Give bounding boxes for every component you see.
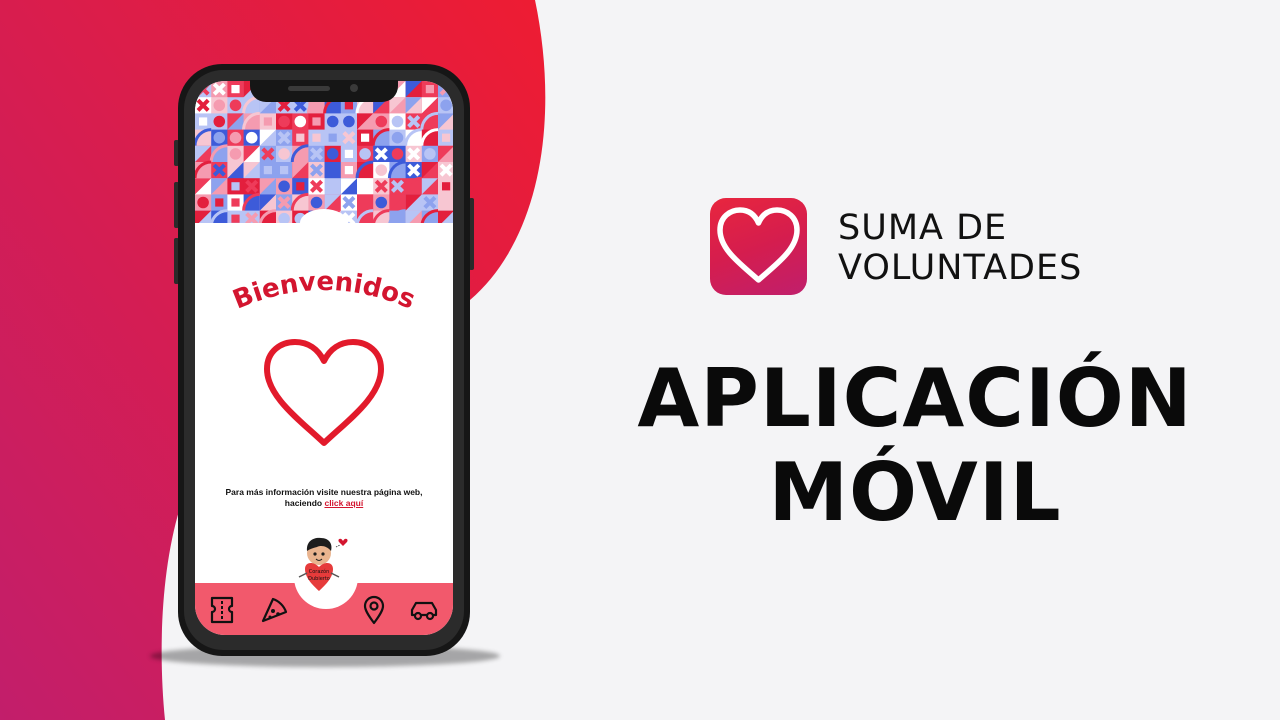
pattern-shape bbox=[440, 99, 452, 112]
click-here-link[interactable]: click aquí bbox=[324, 498, 363, 508]
pattern-shape bbox=[326, 148, 339, 160]
phone-screen: Bienvenidos Para más información visite … bbox=[195, 81, 453, 635]
geometric-pattern-header bbox=[195, 81, 453, 223]
pattern-shape bbox=[231, 182, 240, 191]
phone-notch bbox=[250, 80, 398, 102]
pattern-shape bbox=[213, 131, 226, 144]
pattern-shape bbox=[343, 115, 355, 128]
headline-line-2: MÓVIL bbox=[768, 446, 1062, 539]
welcome-title: Bienvenidos bbox=[229, 269, 420, 316]
pattern-shape bbox=[391, 131, 404, 144]
pattern-shape bbox=[213, 99, 226, 112]
page-headline: APLICACIÓN MÓVIL bbox=[590, 352, 1240, 540]
welcome-text: Bienvenidos bbox=[229, 269, 420, 316]
pattern-shape bbox=[442, 182, 451, 191]
pattern-shape bbox=[425, 85, 434, 94]
pattern-shape bbox=[391, 148, 404, 160]
pattern-shape bbox=[296, 133, 305, 142]
mascot-illustration: Corazón Dubierto bbox=[294, 537, 358, 609]
heart-icon bbox=[264, 339, 384, 446]
pattern-shape bbox=[344, 166, 353, 175]
pattern-shape bbox=[375, 164, 388, 176]
heart-icon bbox=[717, 207, 800, 283]
pattern-shape bbox=[326, 180, 339, 193]
camera bbox=[350, 84, 358, 92]
pattern-shape bbox=[263, 117, 272, 126]
mascot-badge-line2: Dubierto bbox=[308, 576, 330, 582]
pattern-shape bbox=[361, 133, 370, 142]
mascot-badge-line1: Corazón bbox=[309, 568, 330, 575]
pattern-shape bbox=[296, 182, 305, 191]
info-text: Para más información visite nuestra pági… bbox=[215, 487, 433, 509]
pattern-shape bbox=[199, 117, 208, 126]
app-logo bbox=[710, 198, 807, 295]
pattern-shape bbox=[278, 180, 290, 193]
pizza-icon[interactable] bbox=[259, 595, 289, 625]
pattern-shape bbox=[231, 198, 240, 207]
speaker bbox=[288, 86, 330, 91]
pattern-shape bbox=[359, 148, 371, 160]
pattern-shape bbox=[229, 148, 242, 160]
phone-mockup: Bienvenidos Para más información visite … bbox=[178, 64, 470, 656]
pattern-shape bbox=[310, 196, 323, 209]
ticket-icon[interactable] bbox=[207, 595, 237, 625]
pattern-shape bbox=[391, 115, 404, 128]
pattern-shape bbox=[312, 117, 321, 126]
pattern-shape bbox=[312, 133, 321, 142]
brand-line-2: VOLUNTADES bbox=[838, 248, 1083, 288]
car-icon[interactable] bbox=[409, 595, 439, 625]
pattern-shape bbox=[344, 149, 353, 158]
pattern-shape bbox=[278, 148, 290, 160]
pattern-shape bbox=[229, 99, 242, 112]
headline-line-1: APLICACIÓN bbox=[637, 352, 1193, 445]
location-pin-icon[interactable] bbox=[359, 595, 389, 625]
brand-line-1: SUMA DE bbox=[838, 208, 1008, 248]
pattern-shape bbox=[213, 115, 226, 128]
pattern-shape bbox=[375, 115, 388, 128]
pattern-shape bbox=[280, 166, 289, 175]
pattern-shape bbox=[278, 115, 290, 128]
pattern-shape bbox=[344, 101, 353, 110]
pattern-shape bbox=[328, 133, 337, 142]
pattern-shape bbox=[245, 131, 258, 144]
pattern-shape bbox=[375, 196, 388, 209]
pattern-shape bbox=[229, 131, 242, 144]
pattern-shape bbox=[197, 196, 209, 209]
pattern-shape bbox=[326, 115, 339, 128]
pattern-shape bbox=[215, 198, 224, 207]
brand-name: SUMA DE VOLUNTADES bbox=[838, 208, 1082, 288]
pattern-shape bbox=[263, 166, 272, 175]
pattern-shape bbox=[442, 133, 451, 142]
pattern-shape bbox=[424, 148, 436, 160]
pattern-shape bbox=[231, 214, 240, 223]
pattern-shape bbox=[294, 115, 307, 128]
pattern-shape bbox=[231, 85, 240, 94]
